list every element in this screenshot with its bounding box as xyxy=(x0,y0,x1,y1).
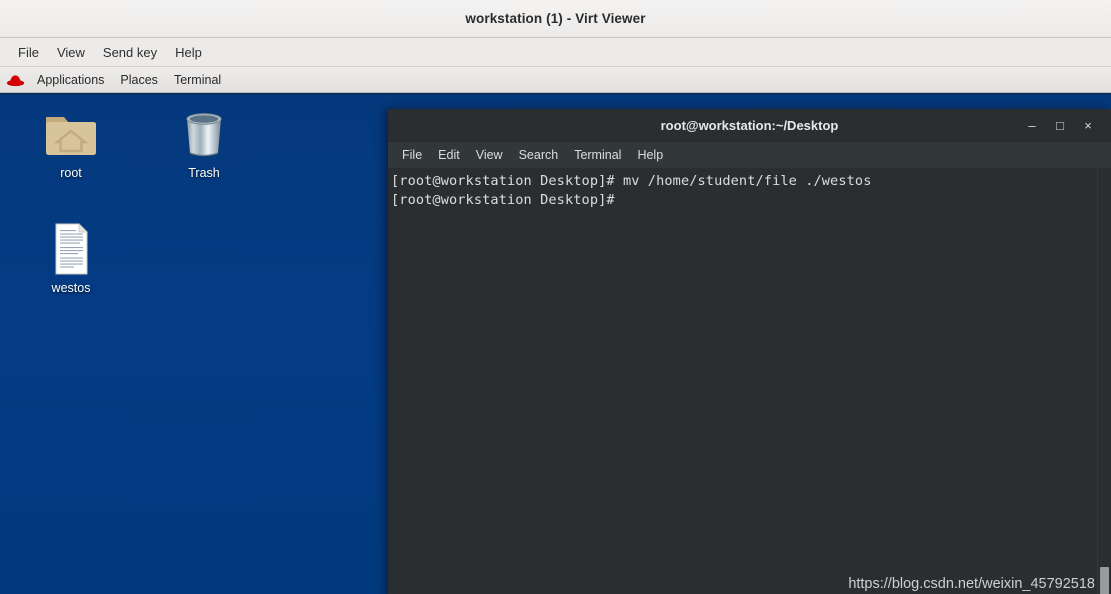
term-menu-view[interactable]: View xyxy=(468,146,511,164)
scrollbar-thumb[interactable] xyxy=(1100,567,1109,594)
app-title: workstation (1) - Virt Viewer xyxy=(465,11,645,26)
terminal-window-controls: – □ × xyxy=(1019,113,1111,137)
menu-file[interactable]: File xyxy=(9,43,48,62)
terminal-title: root@workstation:~/Desktop xyxy=(388,118,1111,133)
desktop-icon-label: root xyxy=(25,167,117,181)
terminal-scrollbar[interactable] xyxy=(1097,168,1111,594)
desktop-icon-label: westos xyxy=(25,282,117,296)
desktop-icon-westos[interactable]: westos xyxy=(25,220,117,296)
term-menu-edit[interactable]: Edit xyxy=(430,146,468,164)
desktop-icon-trash[interactable]: Trash xyxy=(158,105,250,181)
terminal-output: [root@workstation Desktop]# mv /home/stu… xyxy=(388,168,1097,594)
maximize-icon[interactable]: □ xyxy=(1047,113,1073,137)
term-menu-file[interactable]: File xyxy=(394,146,430,164)
text-document-icon xyxy=(25,220,117,276)
terminal-titlebar[interactable]: root@workstation:~/Desktop – □ × xyxy=(388,109,1111,142)
gnome-top-panel: Applications Places Terminal xyxy=(0,67,1111,93)
terminal-window: root@workstation:~/Desktop – □ × File Ed… xyxy=(388,109,1111,594)
term-menu-terminal[interactable]: Terminal xyxy=(566,146,629,164)
minimize-icon[interactable]: – xyxy=(1019,113,1045,137)
redhat-logo-icon xyxy=(6,72,25,88)
desktop-area: root xyxy=(0,93,1111,594)
menu-send-key[interactable]: Send key xyxy=(94,43,166,62)
term-menu-help[interactable]: Help xyxy=(629,146,671,164)
panel-places[interactable]: Places xyxy=(112,72,166,88)
desktop-icon-root[interactable]: root xyxy=(25,105,117,181)
close-icon[interactable]: × xyxy=(1075,113,1101,137)
panel-terminal[interactable]: Terminal xyxy=(166,72,229,88)
term-menu-search[interactable]: Search xyxy=(511,146,567,164)
menu-help[interactable]: Help xyxy=(166,43,211,62)
home-folder-icon xyxy=(25,105,117,161)
app-titlebar: workstation (1) - Virt Viewer xyxy=(0,0,1111,38)
trash-can-icon xyxy=(158,105,250,161)
desktop-icon-label: Trash xyxy=(158,167,250,181)
terminal-menubar: File Edit View Search Terminal Help xyxy=(388,142,1111,168)
terminal-body[interactable]: [root@workstation Desktop]# mv /home/stu… xyxy=(388,168,1111,594)
app-menubar: File View Send key Help xyxy=(0,38,1111,67)
virt-viewer-window: workstation (1) - Virt Viewer File View … xyxy=(0,0,1111,594)
menu-view[interactable]: View xyxy=(48,43,94,62)
panel-applications[interactable]: Applications xyxy=(29,72,112,88)
